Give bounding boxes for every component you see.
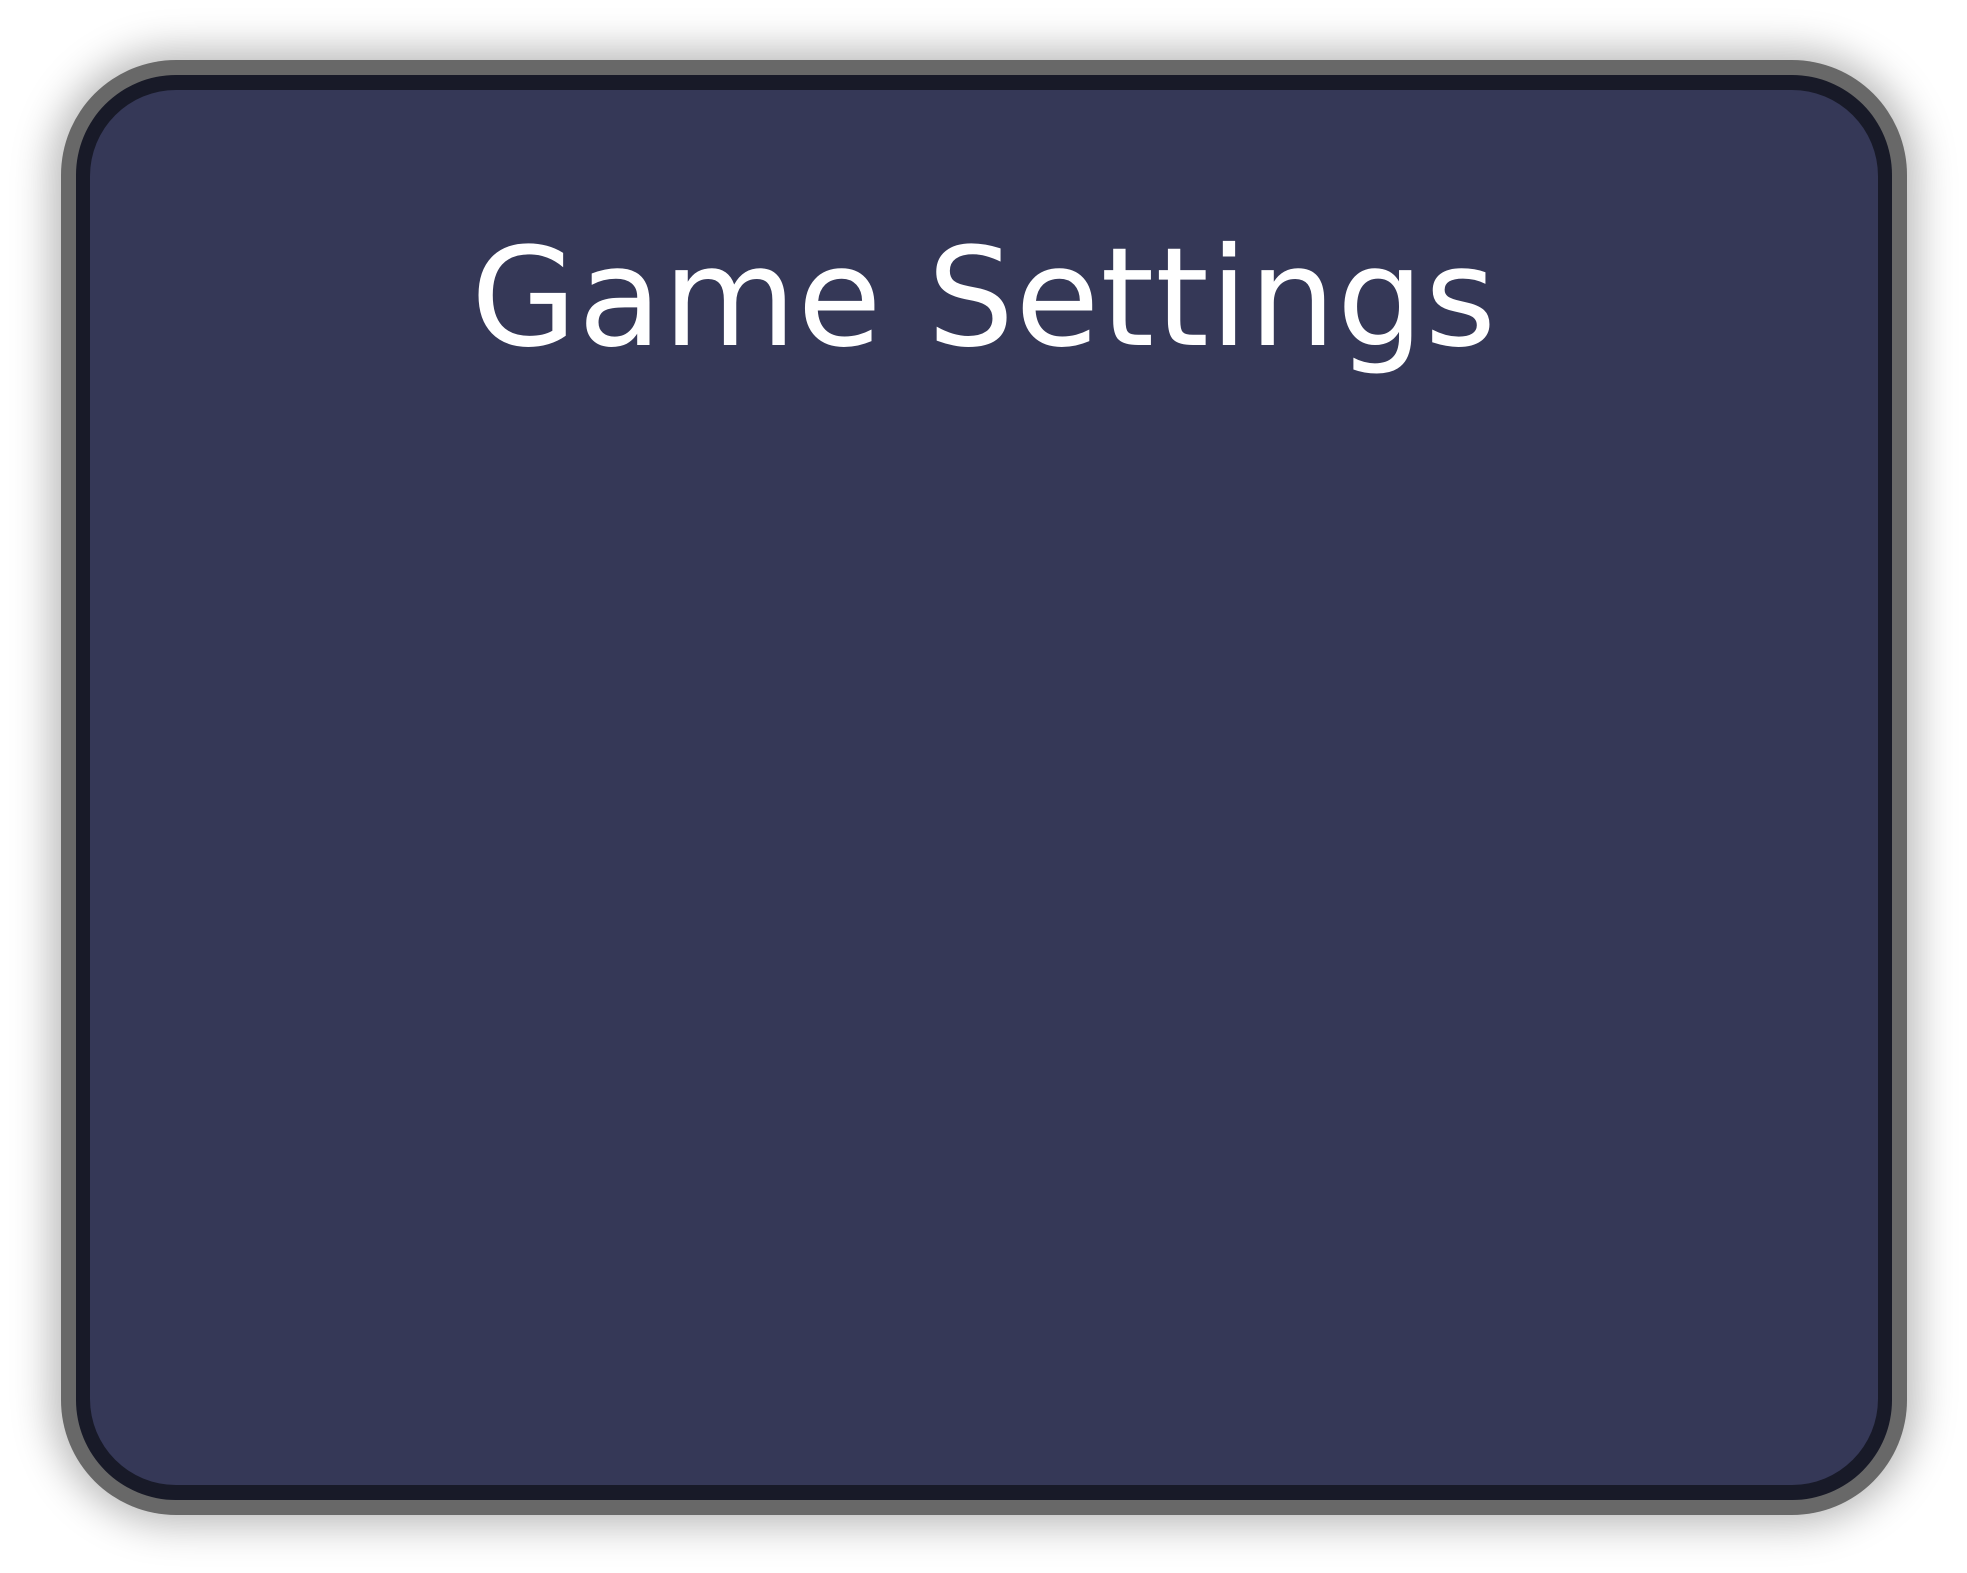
settings-panel-border: Game Settings (76, 75, 1892, 1500)
settings-panel-frame: Game Settings (61, 60, 1907, 1515)
panel-title: Game Settings (470, 219, 1498, 378)
settings-panel: Game Settings (90, 90, 1878, 1485)
